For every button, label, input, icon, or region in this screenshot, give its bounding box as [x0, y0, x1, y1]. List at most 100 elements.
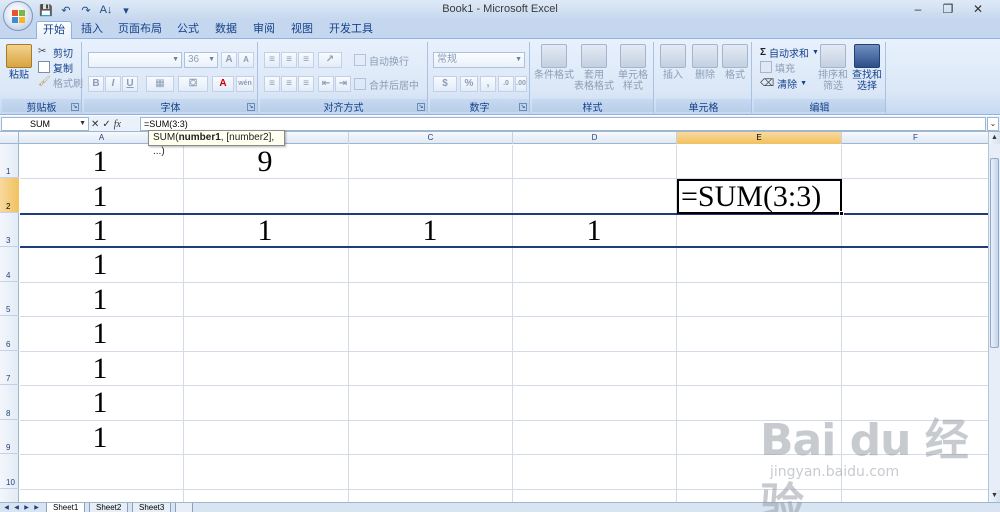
cut-button[interactable]: ✂ 剪切 — [38, 45, 73, 60]
wrap-text-button[interactable]: 自动换行 — [354, 53, 409, 68]
alignment-launcher-icon[interactable]: ↘ — [417, 103, 425, 111]
row-header-1[interactable]: 1 — [0, 144, 19, 178]
minimize-button[interactable]: – — [906, 0, 930, 18]
row-header-2[interactable]: 2 — [0, 178, 19, 213]
cell-a3[interactable]: 1 — [80, 215, 120, 247]
sheet-tab-sheet1[interactable]: Sheet1 — [46, 503, 86, 512]
column-header-e[interactable]: E — [677, 132, 842, 144]
cell-a9[interactable]: 1 — [80, 422, 120, 454]
cell-a1[interactable]: 1 — [80, 146, 120, 178]
tab-home[interactable]: 开始 — [36, 21, 72, 40]
column-header-d[interactable]: D — [513, 132, 677, 144]
cell-a5[interactable]: 1 — [80, 284, 120, 316]
font-launcher-icon[interactable]: ↘ — [247, 103, 255, 111]
cell-a4[interactable]: 1 — [80, 249, 120, 281]
row-header-5[interactable]: 5 — [0, 282, 19, 316]
align-left-button[interactable]: ≡ — [264, 76, 280, 92]
scroll-down-icon[interactable]: ▼ — [989, 490, 1000, 502]
currency-button[interactable]: $ — [433, 76, 457, 92]
last-sheet-icon[interactable]: ▶ — [32, 503, 41, 512]
decrease-indent-button[interactable]: ⇤ — [318, 76, 334, 92]
cell-c3[interactable]: 1 — [410, 215, 450, 247]
font-size-combo[interactable]: 36 ▼ — [184, 52, 218, 68]
format-table-button[interactable]: 套用 表格格式 — [574, 44, 614, 92]
fill-button[interactable]: 填充 — [760, 60, 795, 75]
border-button[interactable]: ▦ — [146, 76, 174, 92]
prev-sheet-icon[interactable]: ◀ — [12, 503, 21, 512]
first-sheet-icon[interactable]: ◀ — [2, 503, 11, 512]
row-header-10[interactable]: 10 — [0, 454, 19, 489]
fill-color-button[interactable]: ⛋ — [178, 76, 208, 92]
select-all-button[interactable] — [0, 132, 19, 144]
conditional-format-button[interactable]: 条件格式 — [534, 44, 574, 81]
tab-view[interactable]: 视图 — [284, 21, 320, 39]
active-cell-editor[interactable]: =SUM(3:3) — [681, 181, 821, 213]
align-center-button[interactable]: ≡ — [281, 76, 297, 92]
cell-styles-button[interactable]: 单元格 样式 — [614, 44, 652, 92]
cell-a2[interactable]: 1 — [80, 181, 120, 213]
row-header-6[interactable]: 6 — [0, 316, 19, 351]
decrease-decimal-button[interactable]: .00 — [515, 76, 527, 92]
active-cell-e2[interactable]: =SUM(3:3) — [677, 179, 844, 216]
row-header-4[interactable]: 4 — [0, 247, 19, 282]
copy-button[interactable]: 复制 — [38, 60, 73, 75]
row-header-7[interactable]: 7 — [0, 351, 19, 385]
tab-developer[interactable]: 开发工具 — [326, 21, 376, 39]
tooltip-arg1[interactable]: number1 — [179, 132, 221, 143]
close-button[interactable]: ✕ — [966, 0, 990, 18]
enter-icon[interactable]: ✓ — [102, 119, 110, 130]
align-bottom-button[interactable]: ≡ — [298, 52, 314, 68]
autosum-button[interactable]: Σ 自动求和 ▼ — [760, 45, 819, 60]
bold-button[interactable]: B — [88, 76, 104, 92]
sort-icon[interactable]: A↓ — [98, 2, 114, 18]
column-header-f[interactable]: F — [842, 132, 990, 144]
grow-font-button[interactable]: A — [221, 52, 237, 68]
formula-input[interactable]: =SUM(3:3) — [140, 117, 986, 131]
row-header-8[interactable]: 8 — [0, 385, 19, 420]
align-top-button[interactable]: ≡ — [264, 52, 280, 68]
expand-formula-bar-icon[interactable]: ⌄ — [987, 117, 999, 131]
underline-button[interactable]: U — [122, 76, 138, 92]
percent-button[interactable]: % — [460, 76, 478, 92]
find-select-button[interactable]: 查找和 选择 — [850, 44, 884, 92]
qat-more-icon[interactable]: ▾ — [118, 2, 134, 18]
orientation-button[interactable]: ↗ — [318, 52, 342, 68]
next-sheet-icon[interactable]: ▶ — [22, 503, 31, 512]
row-header-9[interactable]: 9 — [0, 420, 19, 454]
cell-a8[interactable]: 1 — [80, 387, 120, 419]
cell-a6[interactable]: 1 — [80, 318, 120, 350]
office-button[interactable] — [3, 1, 33, 31]
tab-page-layout[interactable]: 页面布局 — [114, 21, 166, 39]
sheet-tab-sheet2[interactable]: Sheet2 — [89, 503, 129, 512]
cell-a7[interactable]: 1 — [80, 353, 120, 385]
insert-cells-button[interactable]: 插入 — [658, 44, 688, 81]
format-cells-button[interactable]: 格式 — [720, 44, 750, 81]
chevron-down-icon[interactable]: ▼ — [79, 118, 86, 130]
sort-filter-button[interactable]: 排序和 筛选 — [816, 44, 850, 92]
increase-decimal-button[interactable]: .0 — [498, 76, 514, 92]
align-right-button[interactable]: ≡ — [298, 76, 314, 92]
number-format-combo[interactable]: 常规 ▼ — [433, 52, 525, 68]
tab-formulas[interactable]: 公式 — [170, 21, 206, 39]
tab-data[interactable]: 数据 — [208, 21, 244, 39]
clipboard-launcher-icon[interactable]: ↘ — [71, 103, 79, 111]
sheet-tab-sheet3[interactable]: Sheet3 — [132, 503, 172, 512]
delete-cells-button[interactable]: 删除 — [690, 44, 720, 81]
cell-b1[interactable]: 9 — [245, 146, 285, 178]
fill-handle[interactable] — [839, 211, 844, 216]
worksheet-grid[interactable]: 1 9 1 1 1 1 1 1 1 1 1 1 1 =SUM(3:3) — [20, 145, 988, 502]
column-header-c[interactable]: C — [349, 132, 513, 144]
format-painter-button[interactable]: 🖌 格式刷 — [38, 75, 83, 90]
undo-icon[interactable]: ↶ — [58, 2, 74, 18]
cell-b3[interactable]: 1 — [245, 215, 285, 247]
italic-button[interactable]: I — [105, 76, 121, 92]
tab-review[interactable]: 审阅 — [246, 21, 282, 39]
clear-button[interactable]: ⌫ 清除 ▼ — [760, 76, 807, 91]
merge-center-button[interactable]: 合并后居中 — [354, 77, 419, 92]
scroll-thumb[interactable] — [990, 158, 999, 348]
paste-button[interactable]: 粘贴 — [6, 44, 32, 81]
cell-d3[interactable]: 1 — [574, 215, 614, 247]
font-color-button[interactable]: A — [212, 76, 234, 92]
scroll-up-icon[interactable]: ▲ — [989, 132, 1000, 144]
insert-function-icon[interactable]: fx — [114, 119, 121, 130]
